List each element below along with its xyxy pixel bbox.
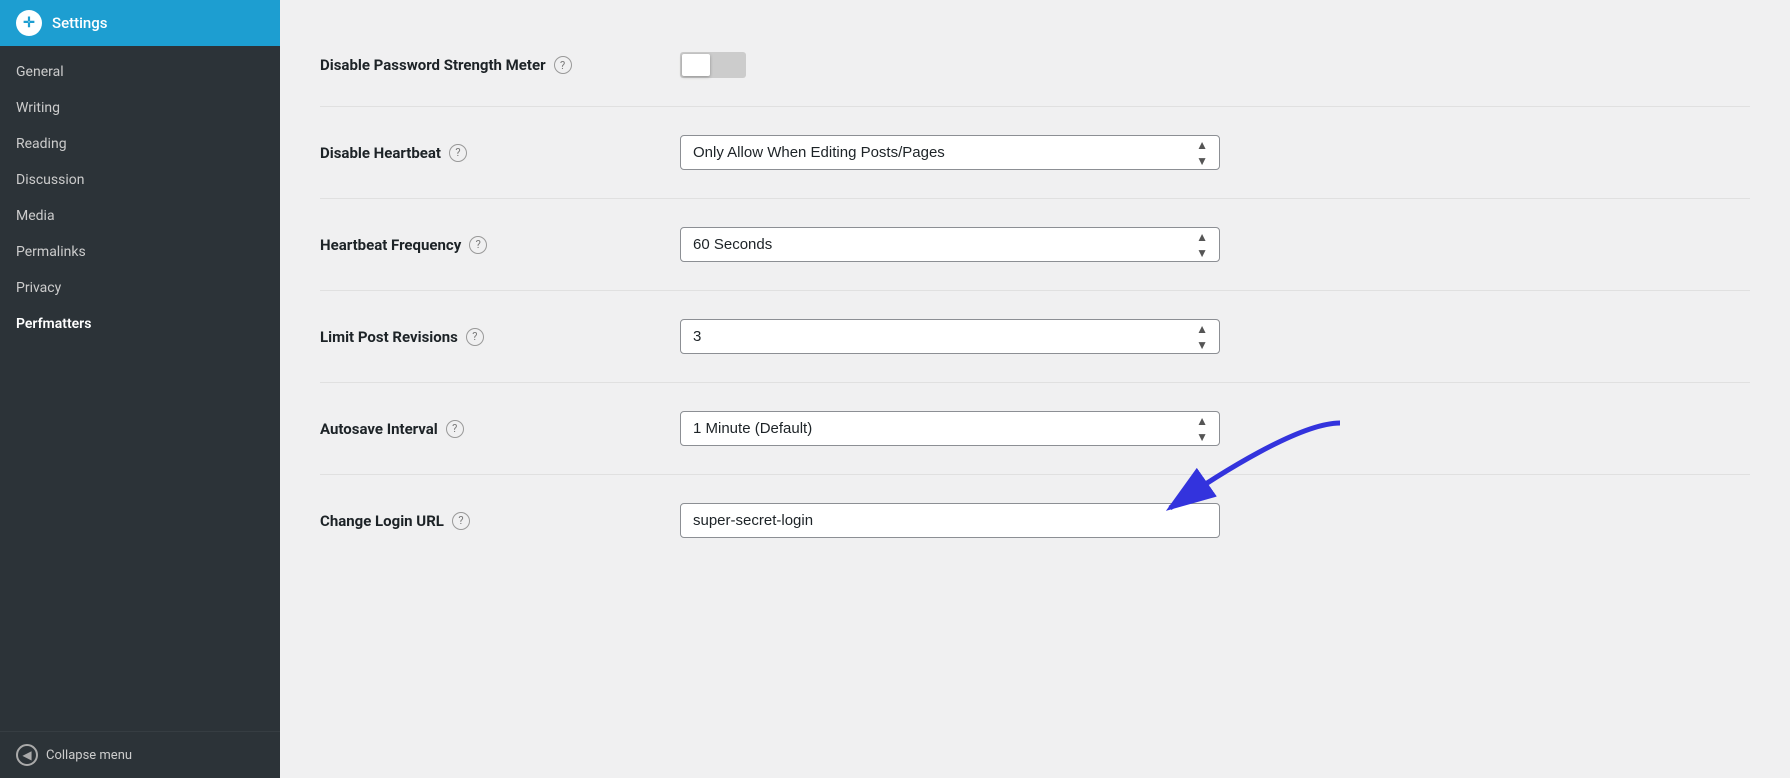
disable-heartbeat-control: Only Allow When Editing Posts/Pages Disa…: [680, 135, 1220, 170]
main-content: Disable Password Strength Meter ? Disabl…: [280, 0, 1790, 778]
autosave-label-group: Autosave Interval ?: [320, 420, 660, 438]
change-login-url-label-group: Change Login URL ?: [320, 512, 660, 530]
autosave-control: 1 Minute (Default) 2 Minutes 5 Minutes 1…: [680, 411, 1220, 446]
autosave-help-icon[interactable]: ?: [446, 420, 464, 438]
heartbeat-frequency-control: 15 Seconds 30 Seconds 60 Seconds 120 Sec…: [680, 227, 1220, 262]
change-login-url-input[interactable]: [680, 503, 1220, 538]
limit-revisions-select-wrapper: 1 2 3 4 5 Unlimited ▲▼: [680, 319, 1220, 354]
settings-row-heartbeat-frequency: Heartbeat Frequency ? 15 Seconds 30 Seco…: [320, 199, 1750, 291]
disable-password-label-group: Disable Password Strength Meter ?: [320, 56, 660, 74]
sidebar-item-reading[interactable]: Reading: [0, 126, 280, 162]
change-login-url-label: Change Login URL: [320, 512, 444, 530]
limit-revisions-control: 1 2 3 4 5 Unlimited ▲▼: [680, 319, 1220, 354]
disable-password-help-icon[interactable]: ?: [554, 56, 572, 74]
settings-row-autosave: Autosave Interval ? 1 Minute (Default) 2…: [320, 383, 1750, 475]
disable-password-toggle[interactable]: [680, 52, 746, 78]
wp-logo-icon: ✛: [16, 10, 42, 36]
autosave-label: Autosave Interval: [320, 420, 438, 438]
autosave-select-wrapper: 1 Minute (Default) 2 Minutes 5 Minutes 1…: [680, 411, 1220, 446]
settings-row-disable-password: Disable Password Strength Meter ?: [320, 24, 1750, 107]
collapse-label: Collapse menu: [46, 748, 132, 763]
sidebar-item-discussion[interactable]: Discussion: [0, 162, 280, 198]
sidebar-item-general[interactable]: General: [0, 54, 280, 90]
sidebar-nav: General Writing Reading Discussion Media…: [0, 46, 280, 731]
sidebar-item-media[interactable]: Media: [0, 198, 280, 234]
sidebar-title: Settings: [52, 14, 108, 32]
sidebar-item-privacy[interactable]: Privacy: [0, 270, 280, 306]
heartbeat-frequency-label-group: Heartbeat Frequency ?: [320, 236, 660, 254]
settings-row-limit-revisions: Limit Post Revisions ? 1 2 3 4 5 Unlimit…: [320, 291, 1750, 383]
collapse-menu-button[interactable]: ◀ Collapse menu: [0, 731, 280, 778]
disable-password-control: [680, 52, 1220, 78]
autosave-select[interactable]: 1 Minute (Default) 2 Minutes 5 Minutes 1…: [680, 411, 1220, 446]
sidebar-item-writing[interactable]: Writing: [0, 90, 280, 126]
disable-heartbeat-label: Disable Heartbeat: [320, 144, 441, 162]
disable-heartbeat-label-group: Disable Heartbeat ?: [320, 144, 660, 162]
collapse-icon: ◀: [16, 744, 38, 766]
change-login-url-control: [680, 503, 1220, 538]
heartbeat-frequency-label: Heartbeat Frequency: [320, 236, 461, 254]
disable-heartbeat-help-icon[interactable]: ?: [449, 144, 467, 162]
disable-heartbeat-select[interactable]: Only Allow When Editing Posts/Pages Disa…: [680, 135, 1220, 170]
settings-row-change-login-url: Change Login URL ?: [320, 475, 1750, 566]
change-login-url-help-icon[interactable]: ?: [452, 512, 470, 530]
heartbeat-frequency-select[interactable]: 15 Seconds 30 Seconds 60 Seconds 120 Sec…: [680, 227, 1220, 262]
sidebar: ✛ Settings General Writing Reading Discu…: [0, 0, 280, 778]
settings-row-disable-heartbeat: Disable Heartbeat ? Only Allow When Edit…: [320, 107, 1750, 199]
disable-password-label: Disable Password Strength Meter: [320, 56, 546, 74]
disable-heartbeat-select-wrapper: Only Allow When Editing Posts/Pages Disa…: [680, 135, 1220, 170]
limit-revisions-select[interactable]: 1 2 3 4 5 Unlimited: [680, 319, 1220, 354]
heartbeat-frequency-help-icon[interactable]: ?: [469, 236, 487, 254]
limit-revisions-label: Limit Post Revisions: [320, 328, 458, 346]
sidebar-item-permalinks[interactable]: Permalinks: [0, 234, 280, 270]
sidebar-item-perfmatters[interactable]: Perfmatters: [0, 306, 280, 342]
heartbeat-frequency-select-wrapper: 15 Seconds 30 Seconds 60 Seconds 120 Sec…: [680, 227, 1220, 262]
limit-revisions-help-icon[interactable]: ?: [466, 328, 484, 346]
toggle-thumb: [682, 54, 710, 76]
sidebar-header: ✛ Settings: [0, 0, 280, 46]
limit-revisions-label-group: Limit Post Revisions ?: [320, 328, 660, 346]
